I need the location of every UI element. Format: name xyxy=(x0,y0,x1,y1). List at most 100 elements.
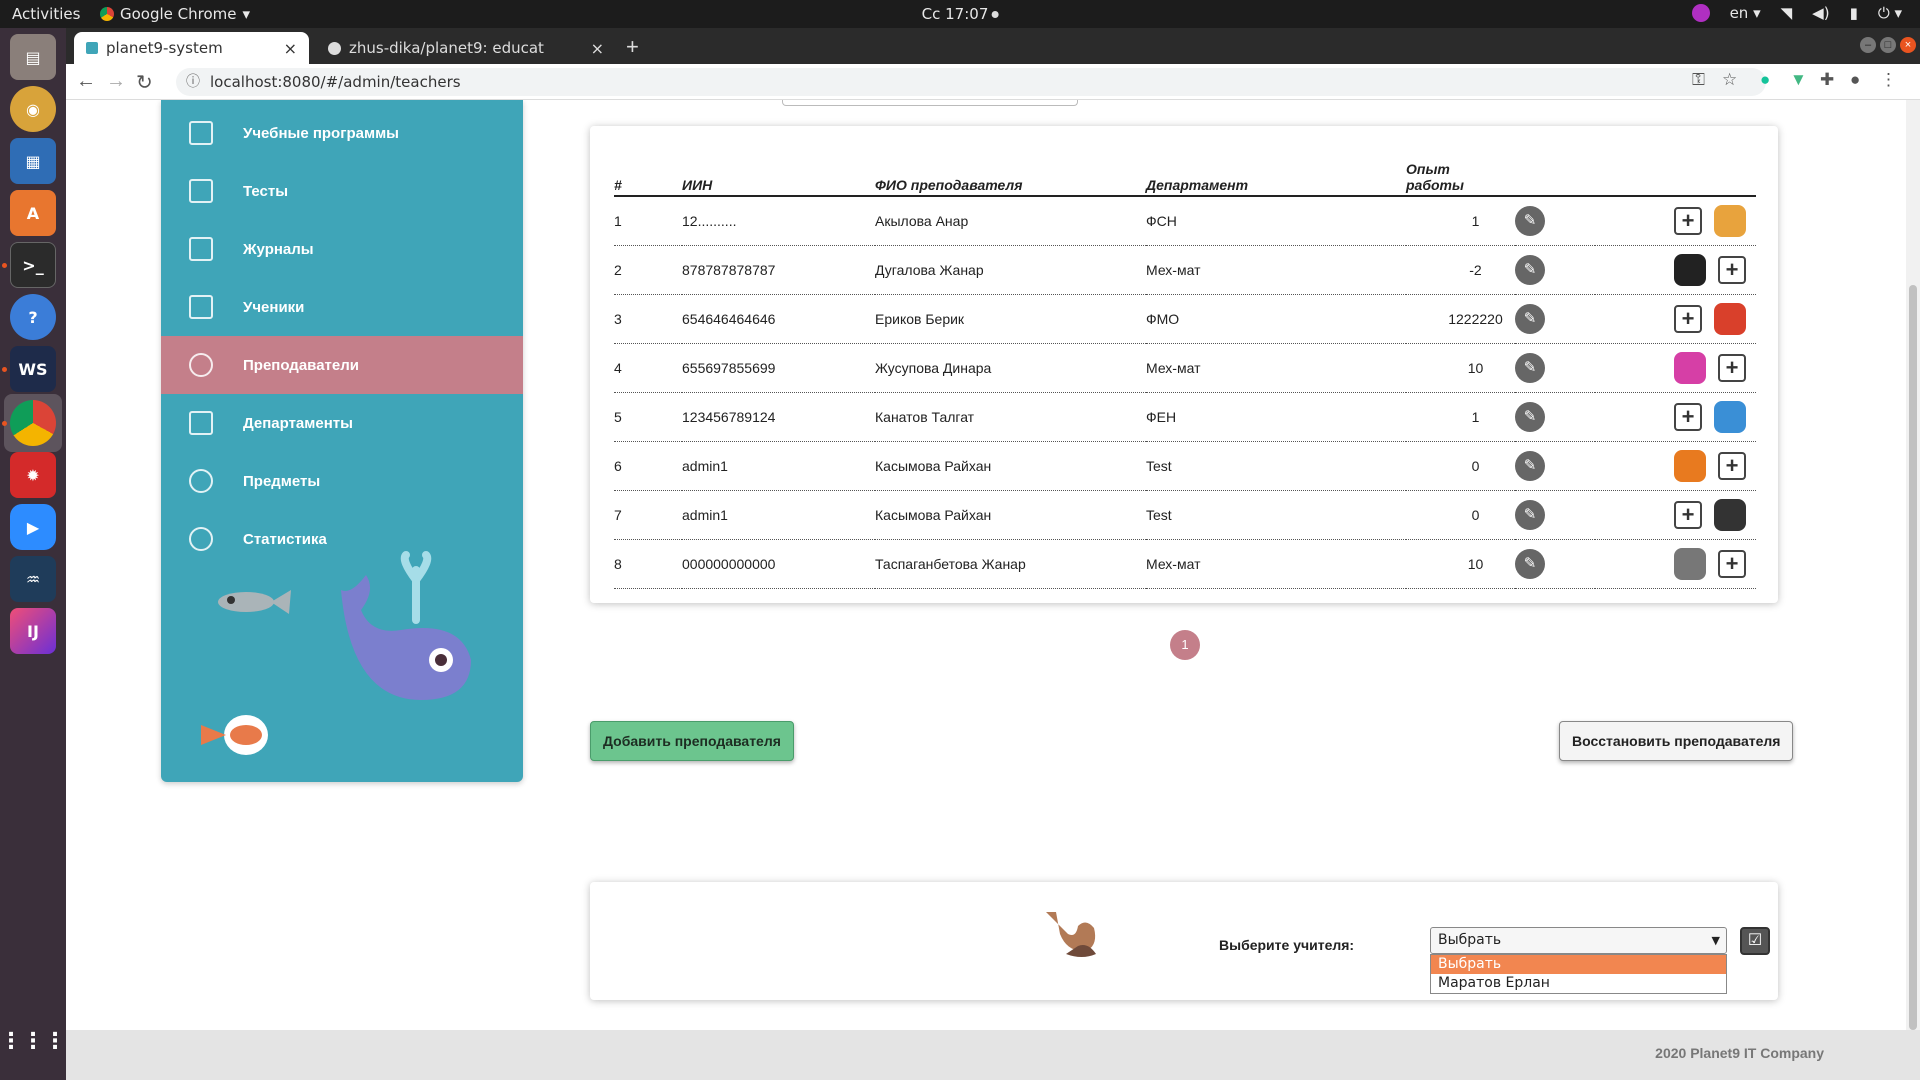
pagination-page-1[interactable]: 1 xyxy=(1170,630,1200,660)
cell-iin: 878787878787 xyxy=(682,245,875,295)
checkmark-icon: ☑ xyxy=(1747,932,1763,949)
cell-experience: 10 xyxy=(1406,539,1515,589)
edit-pencil-icon[interactable]: ✎ xyxy=(1515,401,1545,432)
clock[interactable]: Сс 17:07 xyxy=(922,5,999,23)
edit-pencil-icon[interactable]: ✎ xyxy=(1515,548,1545,579)
add-plus-icon[interactable]: + xyxy=(1718,353,1746,382)
edit-pencil-icon[interactable]: ✎ xyxy=(1515,254,1545,285)
site-info-icon[interactable]: ⓘ xyxy=(186,68,200,96)
key-icon[interactable]: ⚿ xyxy=(1692,70,1705,90)
mysql-workbench-icon[interactable]: ♒ xyxy=(10,556,56,602)
add-plus-icon[interactable]: + xyxy=(1674,402,1702,431)
extensions-puzzle-icon[interactable]: ✚ xyxy=(1820,70,1834,90)
writer-icon[interactable]: ▦ xyxy=(10,138,56,184)
new-tab-icon[interactable]: + xyxy=(626,34,639,60)
cell-name: Дугалова Жанар xyxy=(875,245,1146,295)
add-plus-icon[interactable]: + xyxy=(1718,451,1746,480)
column-header-experience: Опыт работы xyxy=(1406,146,1515,197)
sidebar-item-tests[interactable]: Тесты xyxy=(161,162,523,220)
activities-button[interactable]: Activities xyxy=(12,5,80,23)
close-window-icon[interactable]: × xyxy=(1900,37,1916,53)
sidebar-item-departments[interactable]: Департаменты xyxy=(161,394,523,452)
terminal-icon[interactable]: >_ xyxy=(10,242,56,288)
add-plus-icon[interactable]: + xyxy=(1674,304,1702,333)
add-plus-icon[interactable]: + xyxy=(1718,255,1746,284)
close-tab-icon[interactable]: × xyxy=(284,39,297,58)
cell-num: 3 xyxy=(614,294,682,344)
system-tray[interactable]: en ▾ ◥ ◀) ▮ ⏻ ▾ xyxy=(1691,4,1902,22)
filter-field[interactable] xyxy=(782,100,1078,106)
column-header-actions xyxy=(1595,146,1756,197)
scrollbar-thumb[interactable] xyxy=(1909,285,1917,1030)
address-bar[interactable]: ⓘ localhost:8080/#/admin/teachers xyxy=(176,68,1766,96)
experience-header-line1: Опыт xyxy=(1406,161,1450,177)
chrome-icon xyxy=(100,7,114,21)
rhythmbox-icon[interactable]: ◉ xyxy=(10,86,56,132)
sidebar-item-label: Ученики xyxy=(243,298,305,316)
edit-pencil-icon[interactable]: ✎ xyxy=(1515,352,1545,383)
cell-edit: ✎ xyxy=(1515,343,1595,393)
add-plus-icon[interactable]: + xyxy=(1674,206,1702,235)
help-icon[interactable]: ? xyxy=(10,294,56,340)
students-icon xyxy=(189,295,213,319)
add-plus-icon[interactable]: + xyxy=(1718,549,1746,578)
software-center-icon[interactable]: A xyxy=(10,190,56,236)
zoom-icon[interactable]: ▶ xyxy=(10,504,56,550)
minimize-window-icon[interactable]: – xyxy=(1860,37,1876,53)
edit-pencil-icon[interactable]: ✎ xyxy=(1515,450,1545,481)
sidebar-item-students[interactable]: Ученики xyxy=(161,278,523,336)
add-plus-icon[interactable]: + xyxy=(1674,500,1702,529)
select-option[interactable]: Выбрать xyxy=(1431,955,1726,974)
settings-gear-icon[interactable]: ✹ xyxy=(10,452,56,498)
confirm-checkbox-button[interactable]: ☑ xyxy=(1740,927,1770,955)
cell-num: 2 xyxy=(614,245,682,295)
cell-edit: ✎ xyxy=(1515,294,1595,344)
teachers-table: # ИИН ФИО преподавателя Департамент Опыт… xyxy=(614,146,1756,589)
sidebar-item-subjects[interactable]: Предметы xyxy=(161,452,523,510)
cell-iin: 123456789124 xyxy=(682,392,875,442)
cell-iin: 000000000000 xyxy=(682,539,875,589)
column-header-edit xyxy=(1515,146,1595,197)
language-indicator[interactable]: en ▾ xyxy=(1730,4,1761,22)
edit-pencil-icon[interactable]: ✎ xyxy=(1515,303,1545,334)
webstorm-icon[interactable]: WS xyxy=(10,346,56,392)
profile-avatar-icon[interactable]: ● xyxy=(1850,70,1860,90)
sidebar-item-teachers[interactable]: Преподаватели xyxy=(161,336,523,394)
chrome-dock-icon[interactable] xyxy=(10,400,56,446)
sidebar: Учебные программы Тесты Журналы Ученики … xyxy=(161,100,523,782)
chrome-menu-icon[interactable]: ⋮ xyxy=(1880,70,1897,90)
intellij-icon[interactable]: IJ xyxy=(10,608,56,654)
penguin-icon xyxy=(1714,498,1746,531)
cell-edit: ✎ xyxy=(1515,392,1595,442)
tab-github[interactable]: zhus-dika/planet9: educat × xyxy=(316,32,616,64)
grammarly-extension-icon[interactable]: ● xyxy=(1760,70,1770,90)
app-menu[interactable]: Google Chrome ▾ xyxy=(100,5,250,23)
sidebar-item-journals[interactable]: Журналы xyxy=(161,220,523,278)
show-apps-icon[interactable]: ⋮⋮⋮ xyxy=(0,1018,66,1064)
edit-pencil-icon[interactable]: ✎ xyxy=(1515,499,1545,530)
column-header-num: # xyxy=(614,146,682,197)
forward-arrow-icon[interactable]: → xyxy=(106,70,126,93)
teacher-select[interactable]: Выбрать ▼ xyxy=(1430,927,1727,954)
back-arrow-icon[interactable]: ← xyxy=(76,70,96,93)
page-scrollbar[interactable] xyxy=(1906,100,1920,1030)
url-text: localhost:8080/#/admin/teachers xyxy=(210,73,461,91)
cell-experience: 1 xyxy=(1406,196,1515,246)
select-option[interactable]: Маратов Ерлан xyxy=(1431,974,1726,993)
edit-pencil-icon[interactable]: ✎ xyxy=(1515,205,1545,236)
close-tab-icon[interactable]: × xyxy=(591,39,604,58)
reload-icon[interactable]: ↻ xyxy=(136,70,153,95)
sidebar-item-programs[interactable]: Учебные программы xyxy=(161,104,523,162)
animal-illustration xyxy=(1046,912,1096,957)
add-teacher-button[interactable]: Добавить преподавателя xyxy=(590,721,794,761)
restore-teacher-button[interactable]: Восстановить преподавателя xyxy=(1559,721,1794,761)
maximize-window-icon[interactable]: □ xyxy=(1880,37,1896,53)
footer: 2020 Planet9 IT Company xyxy=(66,1030,1920,1080)
table-header-row: # ИИН ФИО преподавателя Департамент Опыт… xyxy=(614,146,1756,197)
bookmark-star-icon[interactable]: ☆ xyxy=(1722,70,1737,90)
table-row: 7 admin1 Касымова Райхан Test 0 ✎ + xyxy=(614,490,1756,540)
tab-planet9-system[interactable]: planet9-system × xyxy=(74,32,309,64)
tab-label: zhus-dika/planet9: educat xyxy=(349,39,544,57)
files-icon[interactable]: ▤ xyxy=(10,34,56,80)
vue-devtools-icon[interactable]: ▼ xyxy=(1790,70,1807,90)
